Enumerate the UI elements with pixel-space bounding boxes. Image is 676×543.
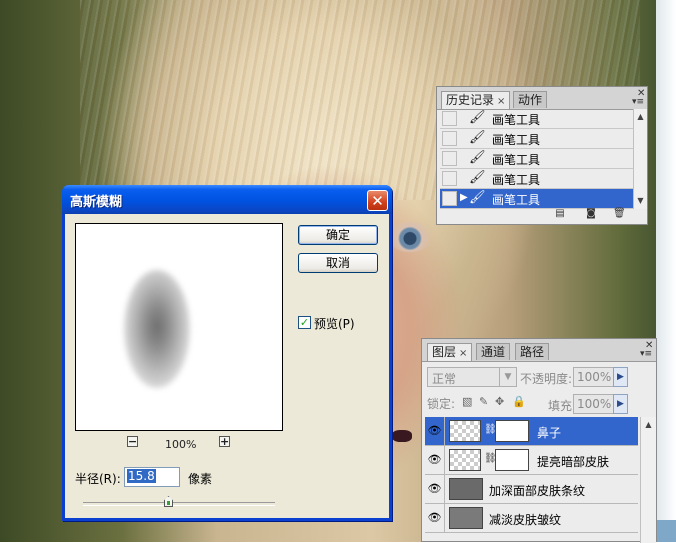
layer-name: 加深面部皮肤条纹 xyxy=(489,484,586,498)
gaussian-blur-dialog: 高斯模糊 ✕ − 100% + 确定 取消 ✓ 预览(P) 半径(R): 15.… xyxy=(62,185,392,521)
radius-slider-track[interactable] xyxy=(83,502,275,506)
close-icon[interactable]: ✕ xyxy=(367,190,388,211)
layer-row[interactable]: 👁 加深面部皮肤条纹 xyxy=(425,475,638,504)
scroll-up-icon[interactable]: ▲ xyxy=(634,111,647,123)
zoom-in-button[interactable]: + xyxy=(219,436,230,447)
history-item[interactable]: 🖌 画笔工具 xyxy=(440,169,633,189)
layers-panel: 图层 × 通道 路径 ✕ ▾≡ 正常 ▼ 不透明度: 100% ▶ 锁定: ▧ ✎ … xyxy=(421,338,657,543)
preview-image xyxy=(124,270,190,388)
layer-row[interactable]: 👁 ⛓ 提亮暗部皮肤 xyxy=(425,446,638,475)
layer-row-selected[interactable]: 👁 ⛓ 鼻子 xyxy=(425,417,638,446)
radius-label: 半径(R): xyxy=(75,472,121,486)
layer-thumbnail xyxy=(449,478,483,500)
tab-channels[interactable]: 通道 xyxy=(476,343,511,360)
history-panel: 历史记录 × 动作 ✕ ▾≡ 🖌 画笔工具 🖌 画笔工具 🖌 画笔工具 🖌 画笔工具 ▶ 🖌… xyxy=(436,86,648,225)
dialog-titlebar[interactable]: 高斯模糊 xyxy=(62,185,392,214)
eye-icon[interactable]: 👁 xyxy=(425,417,445,445)
history-item[interactable]: 🖌 画笔工具 xyxy=(440,109,633,129)
fill-label: 填充: xyxy=(548,399,577,413)
eye xyxy=(388,222,432,252)
ok-button[interactable]: 确定 xyxy=(298,225,378,245)
panel-menu-icon[interactable]: ▾≡ xyxy=(640,349,652,359)
lip xyxy=(392,430,412,442)
layers-panel-header: 图层 × 通道 路径 ✕ ▾≡ xyxy=(422,339,656,362)
tab-history[interactable]: 历史记录 × xyxy=(441,91,511,109)
canvas-edge xyxy=(656,0,676,542)
brush-icon: 🖌 xyxy=(469,190,486,205)
radius-slider-thumb[interactable] xyxy=(164,496,173,507)
trash-icon[interactable]: 🗑 xyxy=(613,209,626,219)
brush-icon: 🖌 xyxy=(469,130,486,145)
dialog-title: 高斯模糊 xyxy=(70,195,123,210)
history-item[interactable]: 🖌 画笔工具 xyxy=(440,129,633,149)
new-snapshot-icon[interactable]: ◙ xyxy=(585,209,597,219)
fill-slider-button[interactable]: ▶ xyxy=(613,394,628,414)
layers-scrollbar[interactable]: ▲ xyxy=(640,417,656,543)
lock-position-icon[interactable]: ✥ xyxy=(495,395,504,408)
layer-thumbnail xyxy=(449,507,483,529)
layer-name: 减淡皮肤皱纹 xyxy=(489,513,562,527)
layer-thumbnail xyxy=(449,449,481,471)
lock-image-icon[interactable]: ✎ xyxy=(479,395,488,408)
fill-input[interactable]: 100% xyxy=(573,394,615,414)
tab-close-icon[interactable]: × xyxy=(459,348,467,359)
eye-icon[interactable]: 👁 xyxy=(425,475,445,503)
scroll-up-icon[interactable]: ▲ xyxy=(642,419,655,431)
layer-thumbnail xyxy=(449,420,481,442)
layer-name: 鼻子 xyxy=(537,426,562,440)
radius-value: 15.8 xyxy=(127,469,156,483)
layer-mask-thumbnail[interactable] xyxy=(495,449,529,471)
brush-icon: 🖌 xyxy=(469,150,486,165)
panel-menu-icon[interactable]: ▾≡ xyxy=(632,97,644,107)
preview-checkbox[interactable]: ✓ xyxy=(298,316,311,329)
opacity-input[interactable]: 100% xyxy=(573,367,615,387)
eye-icon[interactable]: 👁 xyxy=(425,504,445,532)
brush-icon: 🖌 xyxy=(469,170,486,185)
radius-unit: 像素 xyxy=(188,472,213,486)
scroll-down-icon[interactable]: ▼ xyxy=(634,195,647,207)
history-item-selected[interactable]: ▶ 🖌 画笔工具 xyxy=(440,189,633,209)
blend-mode-select[interactable]: 正常 ▼ xyxy=(427,367,517,387)
history-state-arrow-icon: ▶ xyxy=(460,192,468,203)
chevron-down-icon: ▼ xyxy=(499,368,516,386)
tab-layers[interactable]: 图层 × xyxy=(427,343,473,361)
zoom-out-button[interactable]: − xyxy=(127,436,138,447)
tab-paths[interactable]: 路径 xyxy=(515,343,550,360)
lock-label: 锁定: xyxy=(427,397,456,411)
zoom-level: 100% xyxy=(165,438,197,451)
layer-mask-thumbnail[interactable] xyxy=(495,420,529,442)
tab-close-icon[interactable]: × xyxy=(497,96,505,107)
eye-icon[interactable]: 👁 xyxy=(425,446,445,474)
history-panel-header: 历史记录 × 动作 ✕ ▾≡ xyxy=(437,87,647,110)
history-scrollbar[interactable]: ▲ ▼ xyxy=(633,109,647,209)
history-item[interactable]: 🖌 画笔工具 xyxy=(440,149,633,169)
opacity-slider-button[interactable]: ▶ xyxy=(613,367,628,387)
lock-all-icon[interactable]: 🔒 xyxy=(512,395,526,408)
blur-preview[interactable] xyxy=(75,223,283,431)
tab-actions[interactable]: 动作 xyxy=(513,91,548,108)
opacity-label: 不透明度: xyxy=(520,372,573,386)
lock-transparency-icon[interactable]: ▧ xyxy=(462,395,472,408)
new-document-from-state-icon[interactable]: ▤ xyxy=(554,209,566,219)
preview-label[interactable]: 预览(P) xyxy=(314,315,355,332)
layer-name: 提亮暗部皮肤 xyxy=(537,455,610,469)
layer-row[interactable]: 👁 减淡皮肤皱纹 xyxy=(425,504,638,533)
cancel-button[interactable]: 取消 xyxy=(298,253,378,273)
brush-icon: 🖌 xyxy=(469,110,486,125)
radius-input[interactable]: 15.8 xyxy=(124,467,180,487)
dialog-body: − 100% + 确定 取消 ✓ 预览(P) 半径(R): 15.8 像素 xyxy=(65,214,389,518)
